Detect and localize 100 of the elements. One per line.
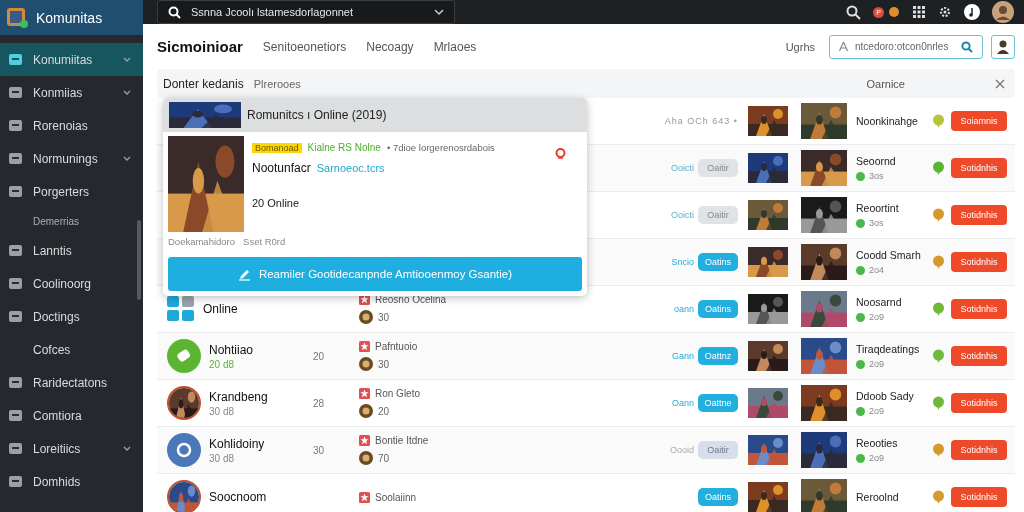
status-text: oann	[673, 304, 694, 314]
online-dot-icon	[856, 312, 865, 322]
action-button[interactable]: Sotidnhis	[951, 487, 1007, 507]
profile-button[interactable]	[991, 34, 1015, 59]
action-button[interactable]: Sotidnhis	[951, 440, 1007, 460]
chat-icon[interactable]	[932, 302, 945, 316]
music-note-icon[interactable]	[964, 4, 980, 20]
status-text: Sncio	[671, 257, 694, 267]
game-title[interactable]: Ddoob Sady	[856, 390, 926, 402]
tile-icon	[8, 52, 23, 67]
sidebar-item[interactable]: Normunings	[0, 142, 143, 175]
chat-icon[interactable]	[932, 161, 945, 175]
sidebar-item[interactable]: Raridectatons	[0, 366, 143, 399]
popup-footer-text: Doekamahidoro	[168, 236, 236, 247]
sidebar-item[interactable]: Loreitiics	[0, 432, 143, 465]
avatar-icon	[995, 38, 1011, 55]
alert-icon[interactable]	[555, 148, 566, 159]
event-count: 30	[378, 311, 390, 323]
tile-icon	[8, 408, 23, 423]
game-title[interactable]: Coodd Smarh	[856, 249, 926, 261]
sidebar-item[interactable]: Rorenoias	[0, 109, 143, 142]
sidebar-item[interactable]: Demerrias	[0, 208, 143, 234]
chat-icon[interactable]	[932, 114, 945, 128]
tile-icon	[8, 151, 23, 166]
sidebar-item[interactable]: Porgerters	[0, 175, 143, 208]
search-icon[interactable]	[846, 4, 861, 20]
action-button[interactable]: Sotidnhis	[951, 393, 1007, 413]
chat-icon[interactable]	[932, 443, 945, 457]
game-title[interactable]: Noonkinahge	[856, 115, 926, 127]
sidebar-item[interactable]: Konmiias	[0, 76, 143, 109]
online-dot-icon	[856, 359, 865, 369]
tile-icon	[8, 118, 23, 133]
chat-icon[interactable]	[932, 349, 945, 363]
sidebar-item[interactable]: Cofces	[0, 333, 143, 366]
status-text: Aha OCh 643 •	[664, 116, 738, 126]
community-stat: 20 d8	[209, 358, 236, 370]
grid-icon	[167, 296, 195, 322]
sidebar-item[interactable]: Doctings	[0, 300, 143, 333]
action-button[interactable]: Sotidnhis	[951, 252, 1007, 272]
tag: Bomanoad	[252, 142, 302, 153]
game-title[interactable]: Tiraqdeatings	[856, 343, 926, 355]
tab[interactable]: Mrlaoes	[425, 39, 485, 54]
sidebar-item[interactable]: Lanntis	[0, 234, 143, 267]
sidebar-item[interactable]: Domhids	[0, 465, 143, 498]
action-button[interactable]: Sotidnhis	[951, 299, 1007, 319]
game-title[interactable]: Reroolnd	[856, 491, 926, 503]
avatar-icon[interactable]	[992, 1, 1014, 23]
star-icon	[359, 435, 370, 446]
online-dot-icon	[856, 265, 865, 275]
search-field[interactable]: Ssnna Jcoolı lstamesdorlagonnet	[157, 0, 455, 24]
sidebar-item[interactable]: Coolinoorg	[0, 267, 143, 300]
scrollbar[interactable]	[137, 220, 141, 300]
community-name: Nootunfacr	[252, 161, 311, 175]
event-count: 30	[378, 358, 390, 370]
member-count: 30	[313, 444, 325, 456]
event-count: 70	[378, 452, 390, 464]
tile-icon	[8, 184, 23, 199]
community-name[interactable]: Nohtiiao	[209, 342, 254, 357]
event-title: Ron Gleto	[375, 388, 421, 399]
player-count: 3os	[869, 218, 884, 228]
popup-title: Romunitcs ı Online (2019)	[247, 108, 387, 122]
tab[interactable]: Sicmoinioar	[157, 38, 251, 55]
grid-icon[interactable]	[912, 5, 926, 19]
star-icon	[359, 341, 370, 352]
chat-icon[interactable]	[932, 255, 945, 269]
action-button[interactable]: Sotidnhis	[951, 158, 1007, 178]
community-name[interactable]: Kohlidoiny	[209, 436, 265, 451]
sidebar-item[interactable]: Comtiora	[0, 399, 143, 432]
popup-footer-text: Sset R0rd	[243, 236, 286, 247]
tab[interactable]: Senitoeonetiors	[254, 39, 355, 54]
tile-icon	[8, 375, 23, 390]
chevron-icon	[434, 8, 444, 16]
star-icon	[359, 388, 370, 399]
popup-meta: • 7dioe lorgerenosrdabois	[386, 142, 495, 153]
action-button[interactable]: Soiamnis	[951, 111, 1007, 131]
logo-icon	[6, 5, 30, 30]
action-button[interactable]: Sotidnhis	[951, 346, 1007, 366]
close-icon[interactable]	[995, 78, 1005, 89]
sidebar-item[interactable]: Konumiitas	[0, 43, 143, 76]
game-title[interactable]: Reooties	[856, 437, 926, 449]
online-count: 20 Online	[252, 197, 301, 209]
coin-icon[interactable]	[888, 6, 900, 18]
action-button[interactable]: Sotidnhis	[951, 205, 1007, 225]
player-count: 2o9	[869, 406, 885, 416]
game-title[interactable]: Seoornd	[856, 155, 926, 167]
player-count: 2o9	[869, 312, 885, 322]
tab[interactable]: Necoagy	[358, 39, 422, 54]
settings-icon[interactable]	[938, 5, 952, 19]
online-dot-icon	[856, 406, 865, 416]
game-title[interactable]: Reoortint	[856, 202, 926, 214]
game-title[interactable]: Noosarnd	[856, 296, 926, 308]
chat-icon[interactable]	[932, 208, 945, 222]
search-field[interactable]: ntcedoro:otcon0nrles	[829, 34, 983, 59]
community-name[interactable]: Soocnoom	[209, 490, 267, 504]
player-count: 2o4	[869, 265, 885, 275]
community-name[interactable]: Krandbeng	[209, 389, 268, 404]
community-name[interactable]: Online	[203, 302, 238, 316]
coin-icon	[359, 404, 373, 418]
chat-icon[interactable]	[932, 490, 945, 504]
chat-icon[interactable]	[932, 396, 945, 410]
